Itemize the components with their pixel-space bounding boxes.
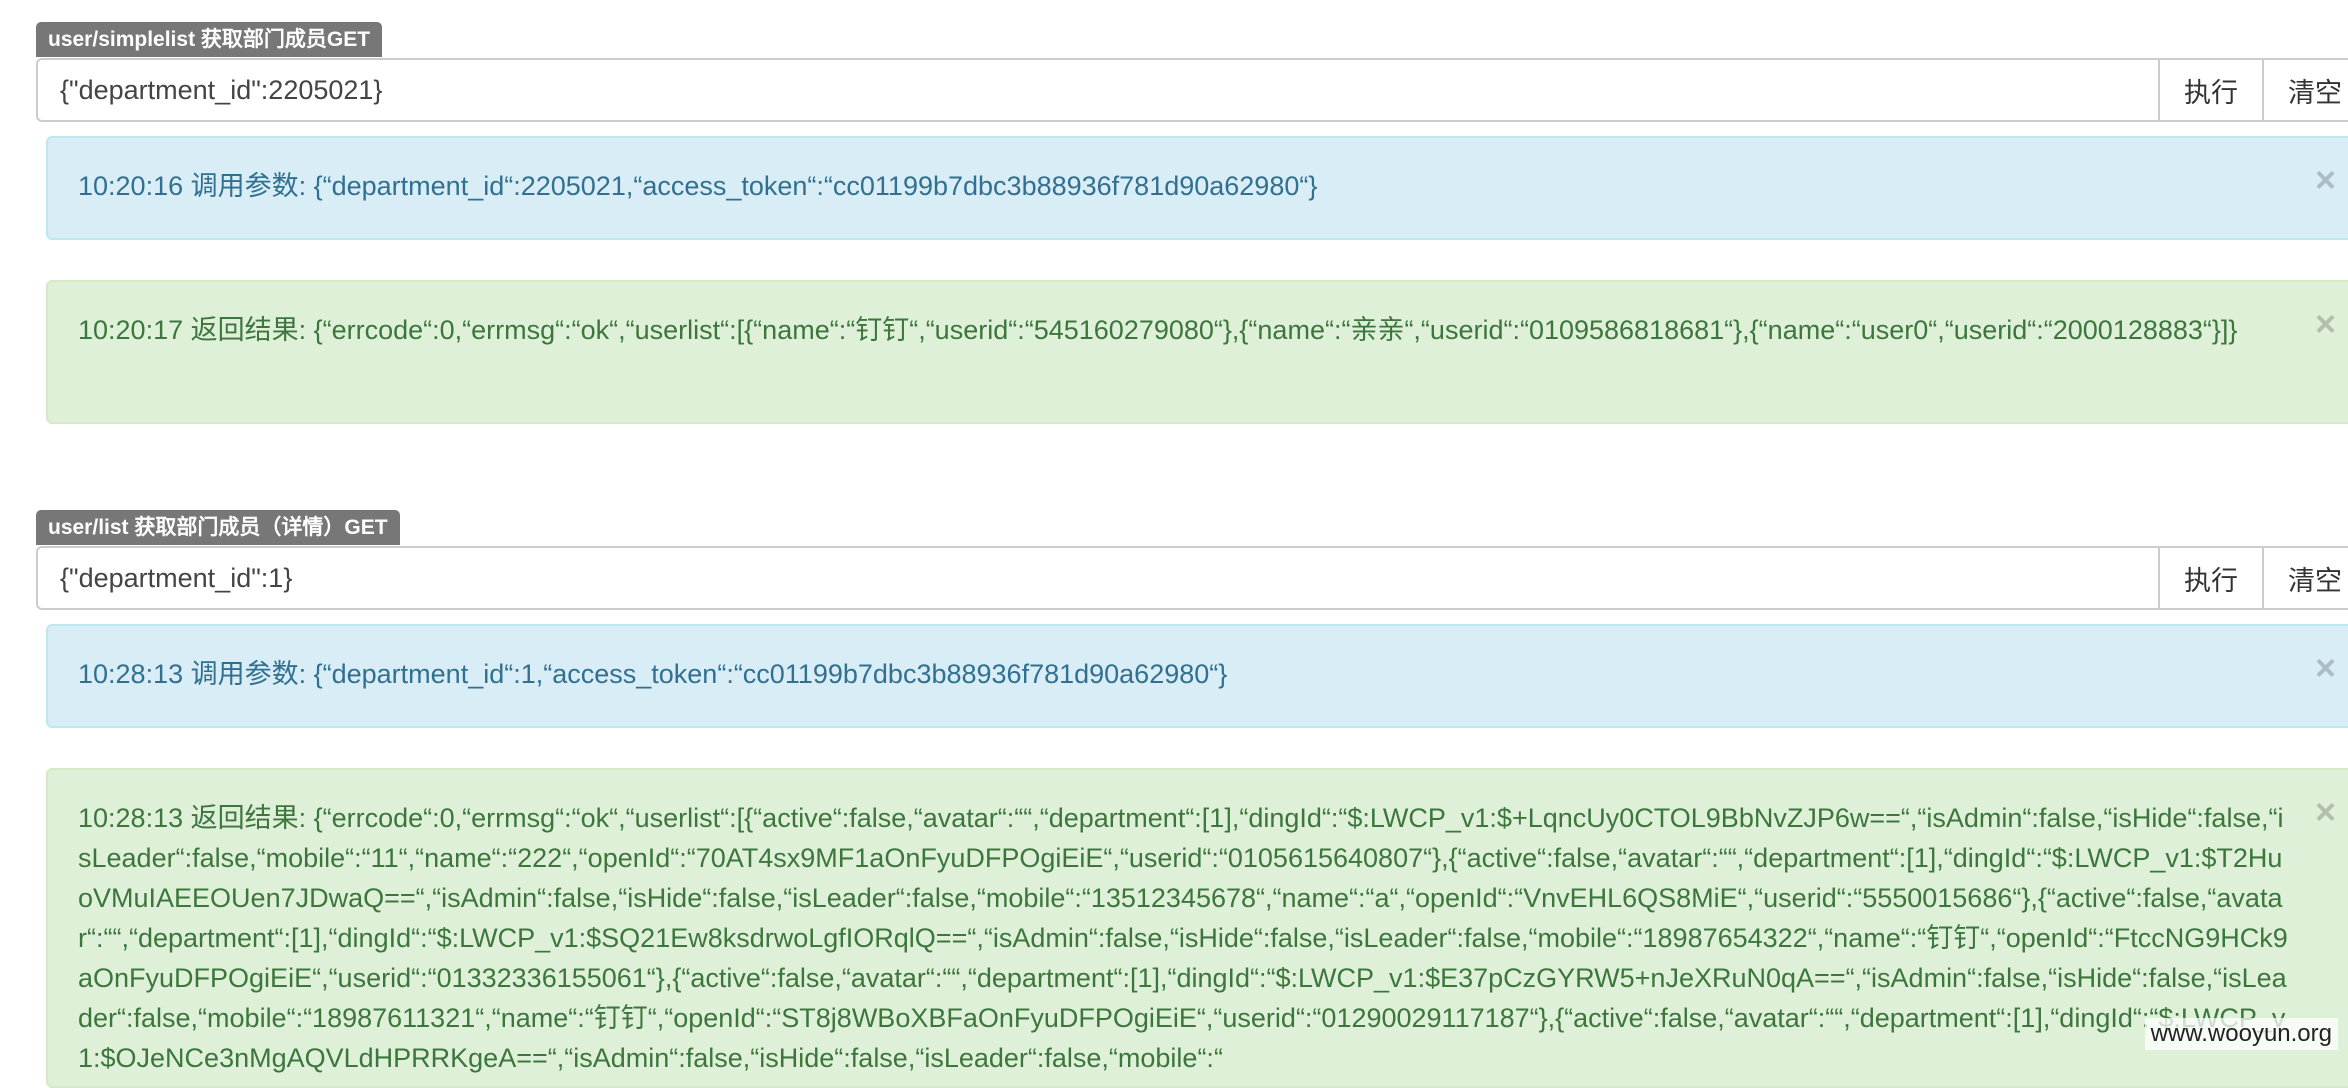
result-alert-text: 10:28:13 返回结果: {“errcode“:0,“errmsg“:“ok… xyxy=(78,803,2288,1073)
clear-button[interactable]: 清空 xyxy=(2262,548,2348,608)
params-alert: 10:28:13 调用参数: {“department_id“:1,“acces… xyxy=(46,624,2348,728)
params-alert: 10:20:16 调用参数: {“department_id“:2205021,… xyxy=(46,136,2348,240)
result-alert-text: 10:20:17 返回结果: {“errcode“:0,“errmsg“:“ok… xyxy=(78,315,2238,345)
section-label: user/simplelist 获取部门成员GET xyxy=(36,22,383,57)
request-params-input[interactable] xyxy=(38,548,2158,608)
section-label: user/list 获取部门成员（详情）GET xyxy=(36,510,400,545)
close-icon[interactable]: × xyxy=(2315,792,2336,832)
params-alert-text: 10:20:16 调用参数: {“department_id“:2205021,… xyxy=(78,171,1318,201)
execute-button[interactable]: 执行 xyxy=(2158,60,2262,120)
close-icon[interactable]: × xyxy=(2315,304,2336,344)
result-alert: 10:28:13 返回结果: {“errcode“:0,“errmsg“:“ok… xyxy=(46,768,2348,1088)
close-icon[interactable]: × xyxy=(2315,648,2336,688)
request-input-row: 执行 清空 xyxy=(36,58,2348,122)
execute-button[interactable]: 执行 xyxy=(2158,548,2262,608)
watermark: www.wooyun.org xyxy=(2144,1018,2338,1050)
request-params-input[interactable] xyxy=(38,60,2158,120)
clear-button[interactable]: 清空 xyxy=(2262,60,2348,120)
params-alert-text: 10:28:13 调用参数: {“department_id“:1,“acces… xyxy=(78,659,1228,689)
close-icon[interactable]: × xyxy=(2315,160,2336,200)
request-input-row: 执行 清空 xyxy=(36,546,2348,610)
result-alert: 10:20:17 返回结果: {“errcode“:0,“errmsg“:“ok… xyxy=(46,280,2348,424)
